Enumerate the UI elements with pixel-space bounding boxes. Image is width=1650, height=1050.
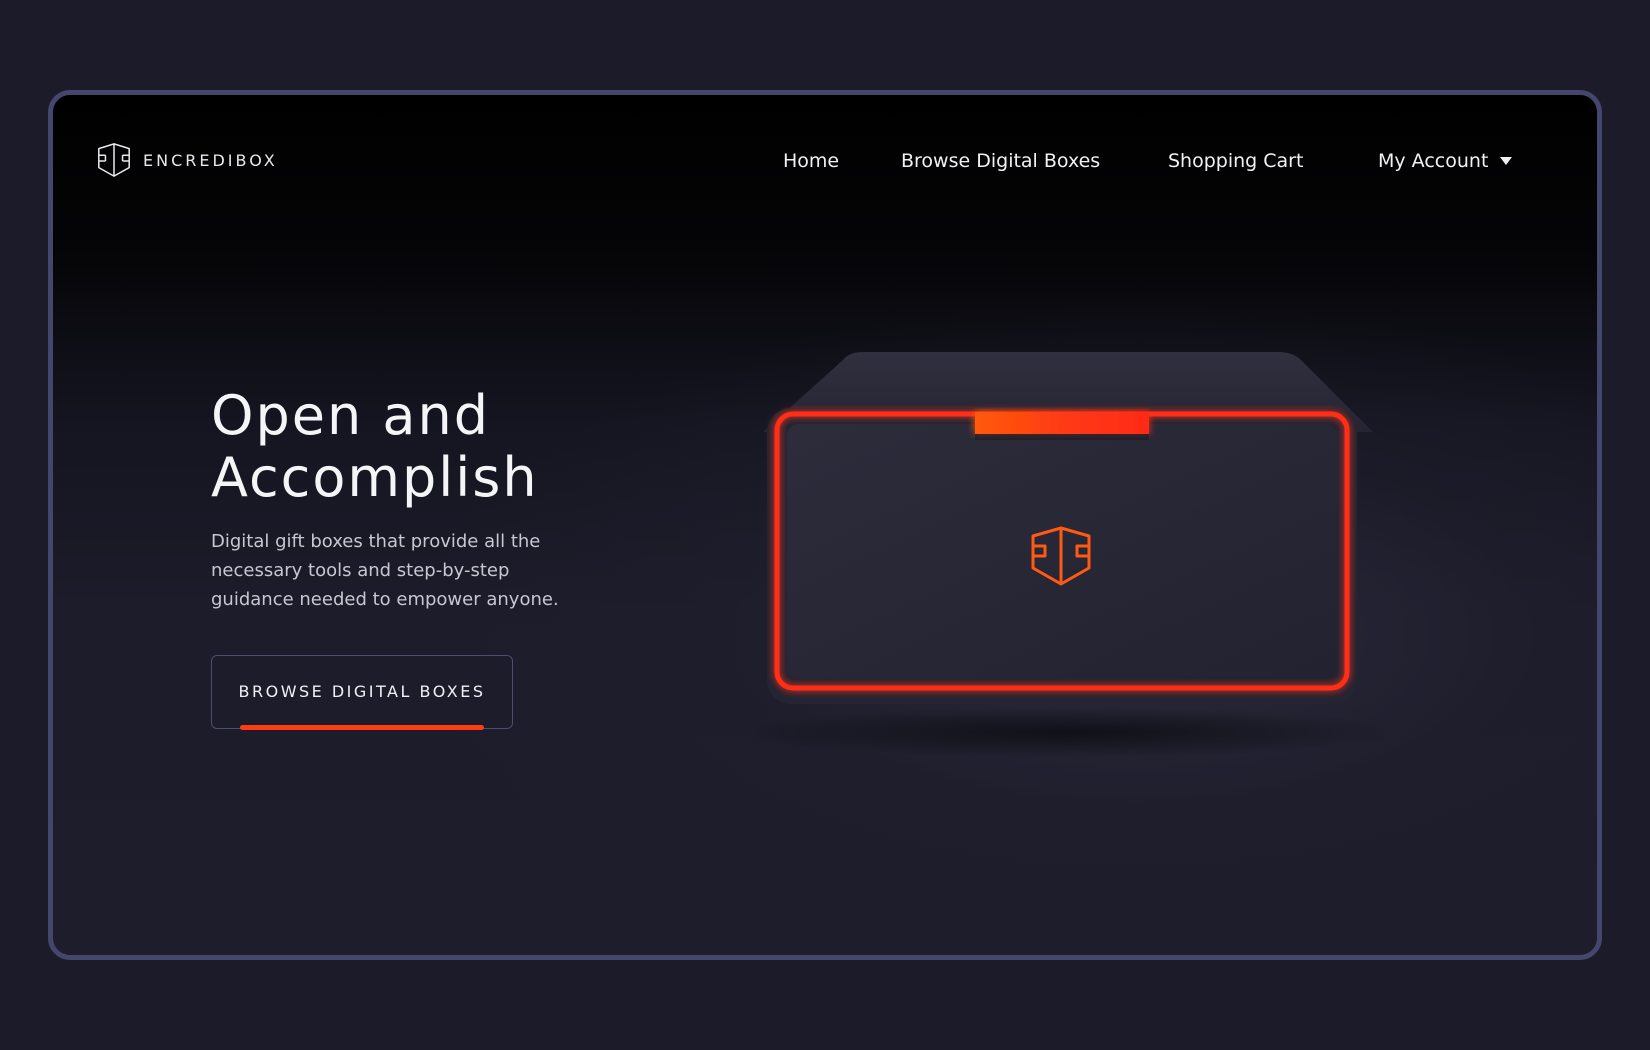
hero-title: Open and Accomplish xyxy=(211,385,671,509)
browser-frame: ENCREDIBOX Home Browse Digital Boxes Sho… xyxy=(48,90,1602,960)
nav-browse-digital-boxes[interactable]: Browse Digital Boxes xyxy=(901,150,1100,172)
main-nav: Home Browse Digital Boxes Shopping Cart … xyxy=(53,150,1597,180)
browse-digital-boxes-button[interactable]: BROWSE DIGITAL BOXES xyxy=(211,655,513,730)
gift-box-image xyxy=(743,352,1403,758)
hero-subtitle: Digital gift boxes that provide all the … xyxy=(211,531,559,610)
cta-accent-underline xyxy=(240,725,484,730)
nav-my-account-label: My Account xyxy=(1378,150,1489,172)
nav-shopping-cart[interactable]: Shopping Cart xyxy=(1168,150,1303,172)
caret-down-icon[interactable] xyxy=(1500,157,1513,165)
cta-label: BROWSE DIGITAL BOXES xyxy=(238,681,486,701)
product-box-illustration xyxy=(743,340,1403,760)
hero-title-line-2: Accomplish xyxy=(211,446,539,509)
nav-home[interactable]: Home xyxy=(783,150,839,172)
nav-my-account[interactable]: My Account xyxy=(1378,150,1513,172)
hero-title-line-1: Open and xyxy=(211,384,490,447)
